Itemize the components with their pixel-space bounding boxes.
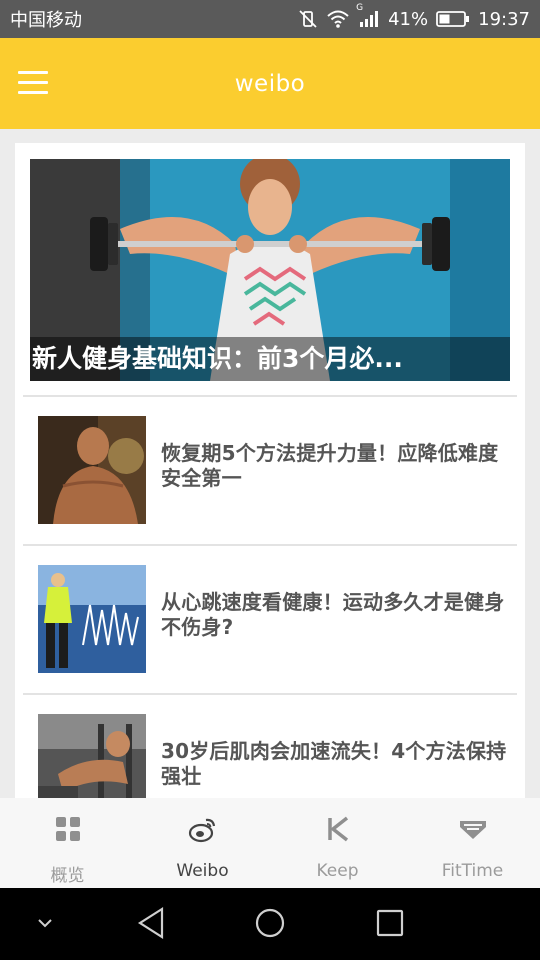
clock: 19:37 bbox=[478, 8, 530, 30]
tab-label: FitTime bbox=[441, 861, 504, 881]
news-title: 恢复期5个方法提升力量！应降低难度安全第一 bbox=[161, 441, 499, 490]
tab-label: Keep bbox=[316, 861, 359, 881]
weibo-icon bbox=[188, 818, 215, 843]
battery-icon bbox=[436, 10, 470, 28]
news-title: 从心跳速度看健康！运动多久才是健身不伤身? bbox=[161, 590, 505, 639]
wifi-icon bbox=[326, 9, 350, 29]
tab-weibo[interactable]: Weibo bbox=[135, 798, 270, 888]
signal-icon: G bbox=[356, 3, 380, 29]
tab-keep[interactable]: Keep bbox=[270, 798, 405, 888]
featured-title: 新人健身基础知识：前3个月必... bbox=[30, 337, 510, 381]
news-thumbnail bbox=[38, 714, 146, 798]
battery-percent: 41% bbox=[388, 8, 429, 30]
status-bar: 中国移动 G 41% 19:37 bbox=[0, 0, 540, 38]
home-icon[interactable] bbox=[254, 906, 286, 940]
back-icon[interactable] bbox=[136, 906, 166, 940]
tab-label: 概览 bbox=[50, 866, 85, 886]
chevron-down-icon[interactable] bbox=[36, 916, 54, 930]
fittime-icon bbox=[459, 821, 486, 839]
screen: 中国移动 G 41% 19:37 weibo 新人健身基础知识：前3个月必...… bbox=[0, 0, 540, 960]
news-item[interactable]: 恢复期5个方法提升力量！应降低难度安全第一 bbox=[23, 397, 517, 543]
article-list[interactable]: 新人健身基础知识：前3个月必... 恢复期5个方法提升力量！应降低难度安全第一 bbox=[15, 143, 525, 798]
vibrate-off-icon bbox=[298, 9, 318, 29]
tab-overview[interactable]: 概览 bbox=[0, 798, 135, 888]
news-thumbnail bbox=[38, 416, 146, 524]
news-item[interactable]: 从心跳速度看健康！运动多久才是健身不伤身? bbox=[23, 546, 517, 692]
recent-apps-icon[interactable] bbox=[376, 906, 404, 940]
news-thumbnail bbox=[38, 565, 146, 673]
news-title: 30岁后肌肉会加速流失！4个方法保持强壮 bbox=[161, 739, 507, 788]
app-bar: weibo bbox=[0, 38, 540, 129]
menu-icon[interactable] bbox=[18, 71, 48, 95]
page-title: weibo bbox=[234, 70, 306, 97]
keep-icon bbox=[327, 816, 348, 842]
grid-icon bbox=[55, 817, 80, 841]
bottom-nav: 概览 Weibo Keep FitTime bbox=[0, 798, 540, 888]
network-type-label: G bbox=[356, 3, 364, 13]
carrier-label: 中国移动 bbox=[10, 10, 82, 31]
tab-label: Weibo bbox=[176, 861, 229, 881]
tab-fittime[interactable]: FitTime bbox=[405, 798, 540, 888]
system-nav-bar bbox=[0, 888, 540, 960]
news-item[interactable]: 30岁后肌肉会加速流失！4个方法保持强壮 bbox=[23, 695, 517, 798]
featured-article[interactable]: 新人健身基础知识：前3个月必... bbox=[30, 159, 510, 381]
